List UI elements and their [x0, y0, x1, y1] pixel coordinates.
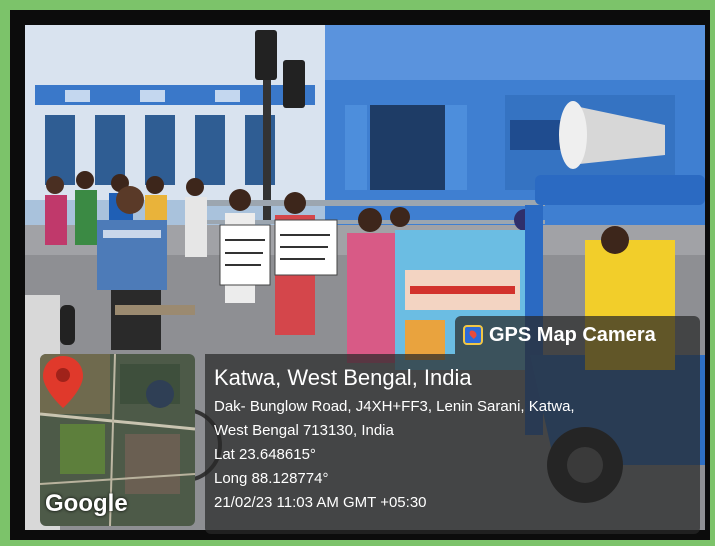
- gps-map-camera-badge: GPS Map Camera: [455, 316, 700, 354]
- address-line-2: West Bengal 713130, India: [214, 422, 394, 439]
- map-pin-icon: [43, 356, 83, 408]
- datetime: 21/02/23 11:03 AM GMT +05:30: [214, 494, 427, 511]
- address-line-1: Dak- Bunglow Road, J4XH+FF3, Lenin Saran…: [214, 398, 575, 415]
- map-thumbnail: Google: [40, 354, 195, 526]
- longitude: Long 88.128774°: [214, 470, 329, 487]
- app-name: GPS Map Camera: [489, 323, 656, 346]
- latitude: Lat 23.648615°: [214, 446, 316, 463]
- location-title: Katwa, West Bengal, India: [214, 365, 472, 390]
- gps-map-camera-icon: [463, 325, 483, 345]
- map-brand: Google: [45, 490, 128, 517]
- location-info-card: Katwa, West Bengal, India Dak- Bunglow R…: [205, 354, 700, 534]
